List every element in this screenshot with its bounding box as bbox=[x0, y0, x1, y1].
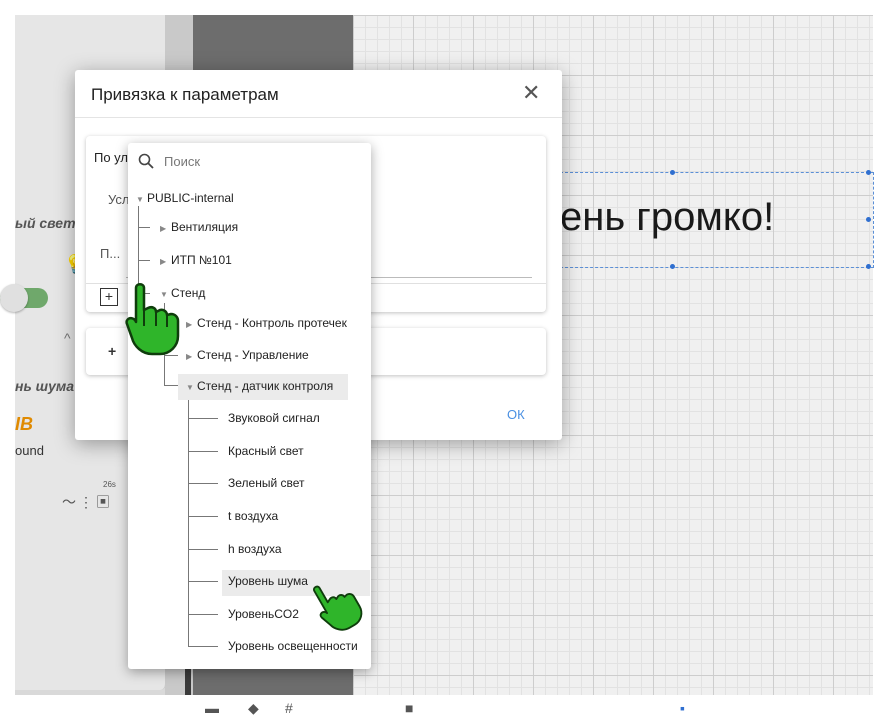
widget-noise-sub: ound bbox=[15, 443, 44, 458]
panel-title: По ул bbox=[94, 150, 128, 165]
tree-node-root[interactable]: ▼ PUBLIC-internal bbox=[136, 191, 234, 205]
chevron-up-icon[interactable]: ^ bbox=[64, 330, 71, 346]
dialog-divider bbox=[75, 117, 562, 118]
resize-handle[interactable] bbox=[866, 264, 871, 269]
pointer-hand-icon bbox=[312, 585, 363, 631]
search-input[interactable]: Поиск bbox=[164, 154, 200, 169]
tree-node-control[interactable]: ▶ Стенд - Управление bbox=[186, 348, 309, 362]
widget-actions[interactable]: 〜⋮▣ bbox=[62, 492, 113, 512]
resize-handle[interactable] bbox=[866, 170, 871, 175]
add-binding-button[interactable]: + bbox=[108, 343, 116, 359]
grid-icon[interactable]: # bbox=[285, 700, 293, 716]
tree-leaf-illumination[interactable]: Уровень освещенности bbox=[228, 639, 358, 653]
folder-icon[interactable]: ▬ bbox=[205, 700, 219, 716]
add-condition-button[interactable]: + bbox=[100, 288, 118, 306]
tree-leaf-green-light[interactable]: Зеленый свет bbox=[228, 476, 305, 490]
condition-label: Усл bbox=[108, 192, 130, 207]
widget-noise-label: нь шума bbox=[15, 378, 75, 394]
tree-line bbox=[188, 398, 189, 646]
tree-line bbox=[188, 451, 218, 452]
bottom-toolbar bbox=[15, 695, 875, 722]
selection-box[interactable] bbox=[560, 172, 874, 268]
tree-line bbox=[188, 418, 218, 419]
tree-leaf-noise-level[interactable]: Уровень шума bbox=[228, 574, 308, 588]
tree-line bbox=[138, 227, 150, 228]
tree-line bbox=[188, 483, 218, 484]
tree-leaf-sound-signal[interactable]: Звуковой сигнал bbox=[228, 411, 320, 425]
ok-button[interactable]: ОК bbox=[507, 407, 525, 422]
dialog-title: Привязка к параметрам bbox=[91, 85, 279, 104]
resize-handle[interactable] bbox=[670, 264, 675, 269]
tree-line bbox=[138, 260, 150, 261]
search-icon bbox=[138, 153, 154, 169]
tree-leaf-air-humidity[interactable]: h воздуха bbox=[228, 542, 282, 556]
tree-line bbox=[188, 549, 218, 550]
save-icon[interactable]: ■ bbox=[405, 700, 413, 716]
widget-noise-value: IB bbox=[15, 414, 33, 434]
tree-leaf-air-temp[interactable]: t воздуха bbox=[228, 509, 278, 523]
marker-icon[interactable]: ▪ bbox=[680, 700, 685, 716]
period-badge: 26s bbox=[103, 480, 116, 489]
pointer-hand-icon bbox=[125, 283, 180, 356]
tree-line bbox=[188, 614, 218, 615]
tree-line bbox=[188, 516, 218, 517]
widget-light-label: ый свет bbox=[15, 215, 76, 231]
resize-handle[interactable] bbox=[866, 217, 871, 222]
tree-leaf-co2[interactable]: УровеньCO2 bbox=[228, 607, 299, 621]
close-icon[interactable]: ✕ bbox=[522, 80, 540, 106]
layers-icon[interactable]: ◆ bbox=[248, 700, 259, 717]
resize-handle[interactable] bbox=[670, 170, 675, 175]
tree-line bbox=[164, 385, 178, 386]
parameter-field[interactable]: П... bbox=[100, 246, 120, 261]
tree-node-itp[interactable]: ▶ ИТП №101 bbox=[160, 253, 232, 267]
tree-node-sensor[interactable]: ▼ Стенд - датчик контроля bbox=[186, 379, 333, 393]
tree-line bbox=[188, 646, 218, 647]
toggle-knob[interactable] bbox=[0, 284, 28, 312]
tree-leaf-red-light[interactable]: Красный свет bbox=[228, 444, 304, 458]
tree-node-ventilation[interactable]: ▶ Вентиляция bbox=[160, 220, 238, 234]
tree-node-leak[interactable]: ▶ Стенд - Контроль протечек bbox=[186, 316, 347, 330]
tree-line bbox=[188, 581, 218, 582]
